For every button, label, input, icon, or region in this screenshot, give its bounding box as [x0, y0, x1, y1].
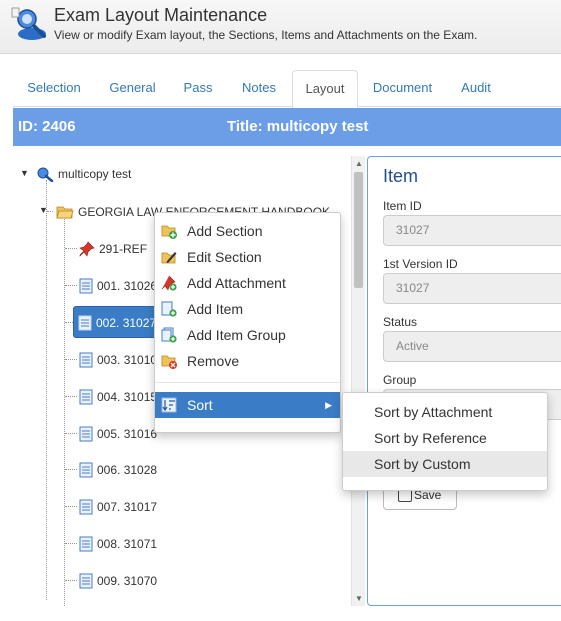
sort-submenu: Sort by Attachment Sort by Reference Sor… [342, 392, 548, 491]
document-icon [79, 389, 93, 405]
tree-node-item[interactable]: 007. 31017 [79, 495, 157, 517]
tab-document[interactable]: Document [358, 70, 447, 107]
exam-title: Title: multicopy test [227, 118, 369, 135]
document-icon [79, 352, 93, 368]
item-id-field[interactable]: 31027 [383, 215, 561, 246]
scroll-thumb[interactable] [354, 172, 363, 288]
pin-icon [79, 241, 95, 257]
tree-node-exam[interactable]: multicopy test [36, 162, 131, 184]
menu-item-edit-section[interactable]: Edit Section [155, 244, 340, 270]
exam-info-bar: ID: 2406 Title: multicopy test [13, 108, 561, 146]
tab-general[interactable]: General [95, 70, 170, 107]
exam-id: ID: 2406 [18, 118, 76, 135]
add-attachment-icon [161, 275, 177, 291]
tab-audit[interactable]: Audit [447, 70, 505, 107]
menu-separator [155, 382, 340, 383]
tree-connector [65, 506, 77, 507]
page-subtitle: View or modify Exam layout, the Sections… [54, 28, 478, 42]
document-icon [79, 573, 93, 589]
tree-node-item[interactable]: 006. 31028 [79, 458, 157, 480]
tree-connector [65, 396, 77, 397]
edit-section-icon [161, 252, 177, 264]
item-details-panel: Item Item ID 31027 1st Version ID 31027 … [367, 156, 561, 606]
tree-connector [65, 469, 77, 470]
tab-layout[interactable]: Layout [292, 70, 358, 108]
exam-maintenance-logo-icon [11, 7, 46, 40]
tree-connector [64, 216, 65, 606]
exam-icon [37, 167, 54, 182]
submenu-arrow-icon: ▶ [325, 400, 332, 410]
scroll-down-arrow-icon[interactable]: ▼ [355, 594, 363, 603]
tree-connector [46, 180, 47, 600]
remove-icon [161, 355, 177, 369]
document-icon [78, 315, 92, 331]
tree-connector [65, 543, 77, 544]
item-id-label: Item ID [383, 199, 422, 213]
menu-item-add-attachment[interactable]: Add Attachment [155, 270, 340, 296]
folder-open-icon [56, 206, 74, 219]
tree-node-item[interactable]: 005. 31016 [79, 422, 157, 444]
first-version-id-label: 1st Version ID [383, 257, 458, 271]
document-icon [79, 426, 93, 442]
scroll-up-arrow-icon[interactable]: ▲ [355, 159, 363, 168]
tab-selection[interactable]: Selection [13, 70, 95, 107]
menu-item-add-item-group[interactable]: Add Item Group [155, 322, 340, 348]
tree-connector [65, 580, 77, 581]
group-label: Group [383, 373, 417, 387]
add-item-icon [161, 301, 177, 317]
tree-context-menu: Add Section Edit Section Add Attachment … [154, 212, 341, 433]
tree-node-item[interactable]: 008. 31071 [79, 532, 157, 554]
menu-item-add-item[interactable]: Add Item [155, 296, 340, 322]
document-icon [79, 278, 93, 294]
sort-icon [161, 397, 177, 413]
tree-connector [65, 359, 77, 360]
add-item-group-icon [161, 327, 177, 343]
document-icon [79, 462, 93, 478]
document-icon [79, 536, 93, 552]
item-panel-heading: Item [383, 166, 419, 186]
menu-item-sort[interactable]: Sort ▶ [155, 392, 340, 418]
tree-node-reference[interactable]: 291-REF [79, 237, 147, 259]
tree-connector [65, 248, 77, 249]
collapse-caret-icon[interactable]: ▼ [39, 205, 48, 215]
tree-connector [65, 433, 77, 434]
menu-item-add-section[interactable]: Add Section [155, 218, 340, 244]
add-section-icon [161, 225, 177, 239]
tab-bar: Selection General Pass Notes Layout Docu… [13, 70, 561, 108]
app-header: Exam Layout Maintenance View or modify E… [0, 0, 561, 54]
tree-connector [65, 285, 77, 286]
status-field[interactable]: Active [383, 331, 561, 362]
tree-node-item[interactable]: 004. 31015 [79, 385, 157, 407]
document-icon [79, 499, 93, 515]
collapse-caret-icon[interactable]: ▼ [20, 168, 29, 178]
tab-notes[interactable]: Notes [226, 70, 292, 107]
tree-node-item[interactable]: 001. 31026 [79, 274, 157, 296]
first-version-id-field[interactable]: 31027 [383, 273, 561, 304]
menu-item-sort-by-custom[interactable]: Sort by Custom [343, 451, 547, 477]
tree-node-item[interactable]: 009. 31070 [79, 569, 157, 591]
menu-item-sort-by-reference[interactable]: Sort by Reference [343, 425, 547, 451]
page-title: Exam Layout Maintenance [54, 5, 268, 25]
tree-scrollbar[interactable]: ▲ ▼ [351, 156, 365, 606]
tree-node-item-selected[interactable]: 002. 31027 [73, 306, 164, 338]
menu-item-sort-by-attachment[interactable]: Sort by Attachment [343, 399, 547, 425]
tree-node-item[interactable]: 003. 31010 [79, 348, 157, 370]
status-label: Status [383, 315, 418, 329]
menu-item-remove[interactable]: Remove [155, 348, 340, 374]
tab-pass[interactable]: Pass [170, 70, 226, 107]
